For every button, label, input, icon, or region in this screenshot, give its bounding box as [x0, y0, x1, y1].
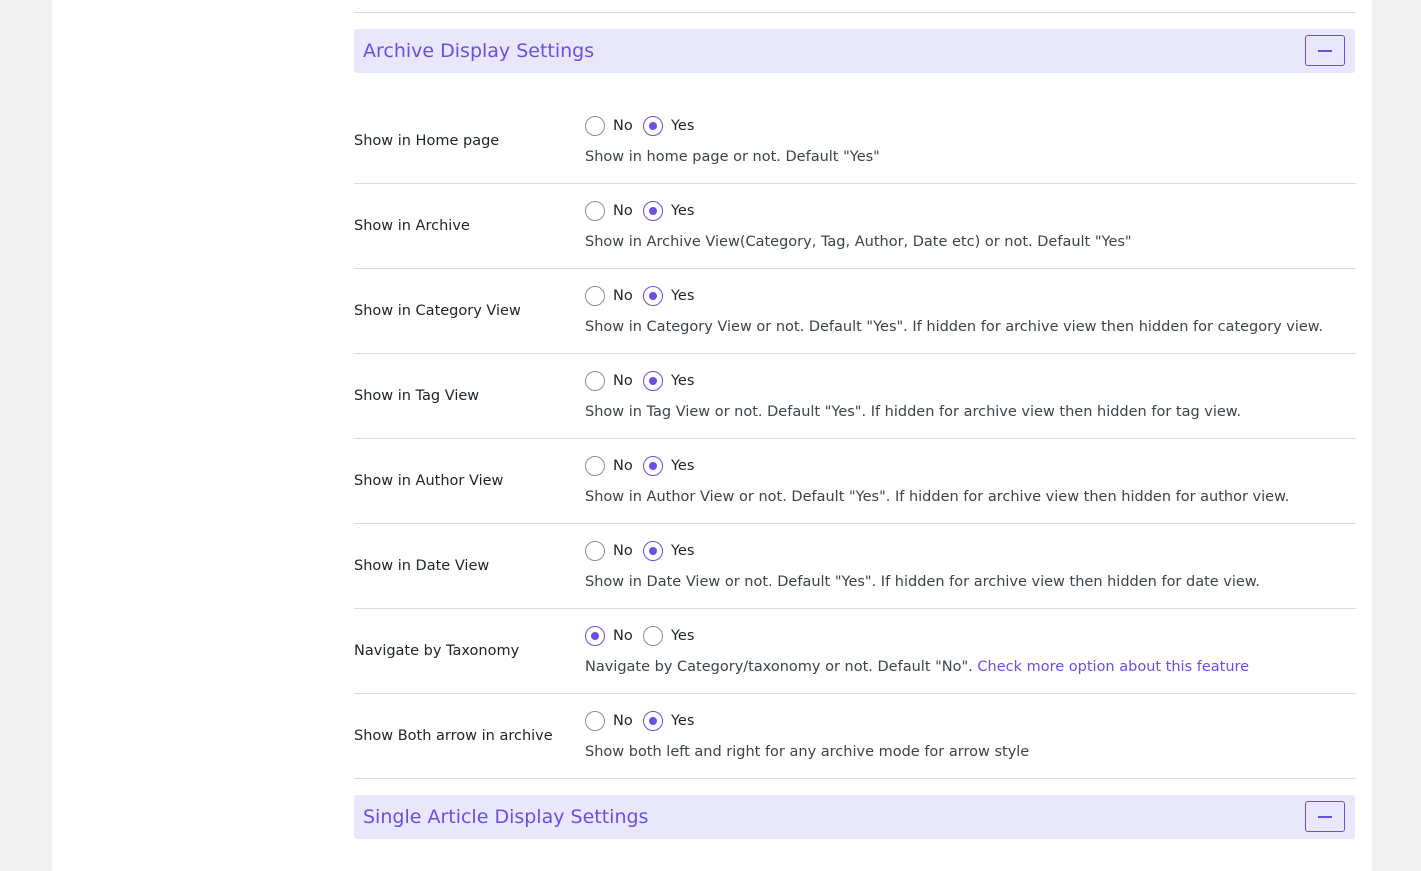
setting-row: Show in Category View No Yes Show in Cat…	[354, 269, 1356, 354]
show-in-author-view-yes-option[interactable]: Yes	[643, 456, 703, 478]
setting-help-text: Show in Archive View(Category, Tag, Auth…	[585, 234, 1132, 250]
radio-label-yes: Yes	[671, 713, 695, 729]
setting-help-text: Show in home page or not. Default "Yes"	[585, 149, 880, 165]
setting-label: Show in Tag View	[354, 388, 480, 404]
radio-yes[interactable]	[643, 711, 663, 731]
radio-yes[interactable]	[643, 371, 663, 391]
setting-row: Show in Home page No Yes Show in home pa…	[354, 99, 1356, 184]
radio-label-yes: Yes	[671, 118, 695, 134]
show-in-home-page-yes-option[interactable]: Yes	[643, 116, 703, 138]
radio-label-no: No	[613, 713, 633, 729]
help-text: Show in Date View or not. Default "Yes".…	[585, 574, 1260, 590]
show-in-tag-view-yes-option[interactable]: Yes	[643, 371, 703, 393]
setting-help-text: Navigate by Category/taxonomy or not. De…	[585, 659, 1249, 675]
help-text: Navigate by Category/taxonomy or not. De…	[585, 659, 973, 675]
setting-label: Show in Archive	[354, 218, 470, 234]
setting-row: Show in Date View No Yes Show in Date Vi…	[354, 524, 1356, 609]
setting-label: Show Both arrow in archive	[354, 728, 553, 744]
radio-label-no: No	[613, 288, 633, 304]
show-both-arrow-in-archive-no-option[interactable]: No	[585, 711, 637, 733]
setting-row: Navigate by Taxonomy No Yes Navigate by …	[354, 609, 1356, 694]
show-both-arrow-in-archive-yes-option[interactable]: Yes	[643, 711, 703, 733]
setting-label: Show in Date View	[354, 558, 490, 574]
setting-row: Show in Tag View No Yes Show in Tag View…	[354, 354, 1356, 439]
show-in-date-view-no-option[interactable]: No	[585, 541, 637, 563]
setting-label: Navigate by Taxonomy	[354, 643, 520, 659]
radio-yes[interactable]	[643, 116, 663, 136]
show-in-archive-no-option[interactable]: No	[585, 201, 637, 223]
setting-help-text: Show in Tag View or not. Default "Yes". …	[585, 404, 1241, 420]
setting-help-text: Show both left and right for any archive…	[585, 744, 1029, 760]
check-more-option-link[interactable]: Check more option about this feature	[977, 659, 1249, 675]
setting-help-text: Show in Category View or not. Default "Y…	[585, 319, 1323, 335]
minus-icon	[1318, 816, 1332, 818]
setting-label: Show in Category View	[354, 303, 521, 319]
radio-no[interactable]	[585, 116, 605, 136]
radio-yes[interactable]	[643, 201, 663, 221]
show-in-date-view-yes-option[interactable]: Yes	[643, 541, 703, 563]
collapse-archive-button[interactable]	[1305, 35, 1345, 66]
show-in-category-view-no-option[interactable]: No	[585, 286, 637, 308]
radio-label-no: No	[613, 543, 633, 559]
radio-yes[interactable]	[643, 541, 663, 561]
navigate-by-taxonomy-no-option[interactable]: No	[585, 626, 637, 648]
radio-yes[interactable]	[643, 286, 663, 306]
radio-label-yes: Yes	[671, 543, 695, 559]
radio-label-yes: Yes	[671, 203, 695, 219]
help-text: Show in Tag View or not. Default "Yes". …	[585, 404, 1241, 420]
radio-yes[interactable]	[643, 626, 663, 646]
navigate-by-taxonomy-yes-option[interactable]: Yes	[643, 626, 703, 648]
setting-row: Show in Author View No Yes Show in Autho…	[354, 439, 1356, 524]
radio-label-no: No	[613, 118, 633, 134]
radio-label-yes: Yes	[671, 628, 695, 644]
radio-no[interactable]	[585, 541, 605, 561]
collapse-single-article-button[interactable]	[1305, 801, 1345, 832]
radio-label-no: No	[613, 628, 633, 644]
radio-label-no: No	[613, 203, 633, 219]
section-title: Single Article Display Settings	[363, 806, 649, 828]
radio-no[interactable]	[585, 456, 605, 476]
minus-icon	[1318, 50, 1332, 52]
radio-no[interactable]	[585, 201, 605, 221]
radio-no[interactable]	[585, 711, 605, 731]
setting-label: Show in Author View	[354, 473, 504, 489]
show-in-home-page-no-option[interactable]: No	[585, 116, 637, 138]
radio-label-yes: Yes	[671, 458, 695, 474]
radio-yes[interactable]	[643, 456, 663, 476]
radio-no[interactable]	[585, 286, 605, 306]
radio-no[interactable]	[585, 626, 605, 646]
setting-label: Show in Home page	[354, 133, 500, 149]
help-text: Show in Author View or not. Default "Yes…	[585, 489, 1290, 505]
radio-label-yes: Yes	[671, 288, 695, 304]
setting-row: Show in Archive No Yes Show in Archive V…	[354, 184, 1356, 269]
section-title: Archive Display Settings	[363, 40, 595, 62]
single-article-display-settings-header[interactable]: Single Article Display Settings	[354, 795, 1355, 839]
help-text: Show in Category View or not. Default "Y…	[585, 319, 1323, 335]
setting-row: Show Both arrow in archive No Yes Show b…	[354, 694, 1356, 779]
help-text: Show both left and right for any archive…	[585, 744, 1030, 760]
radio-label-yes: Yes	[671, 373, 695, 389]
show-in-author-view-no-option[interactable]: No	[585, 456, 637, 478]
help-text: Show in home page or not. Default "Yes"	[585, 149, 880, 165]
divider	[354, 12, 1356, 13]
show-in-tag-view-no-option[interactable]: No	[585, 371, 637, 393]
show-in-archive-yes-option[interactable]: Yes	[643, 201, 703, 223]
setting-help-text: Show in Date View or not. Default "Yes".…	[585, 574, 1260, 590]
radio-no[interactable]	[585, 371, 605, 391]
help-text: Show in Archive View(Category, Tag, Auth…	[585, 234, 1132, 250]
archive-display-settings-header[interactable]: Archive Display Settings	[354, 29, 1355, 73]
show-in-category-view-yes-option[interactable]: Yes	[643, 286, 703, 308]
radio-label-no: No	[613, 373, 633, 389]
radio-label-no: No	[613, 458, 633, 474]
setting-help-text: Show in Author View or not. Default "Yes…	[585, 489, 1289, 505]
